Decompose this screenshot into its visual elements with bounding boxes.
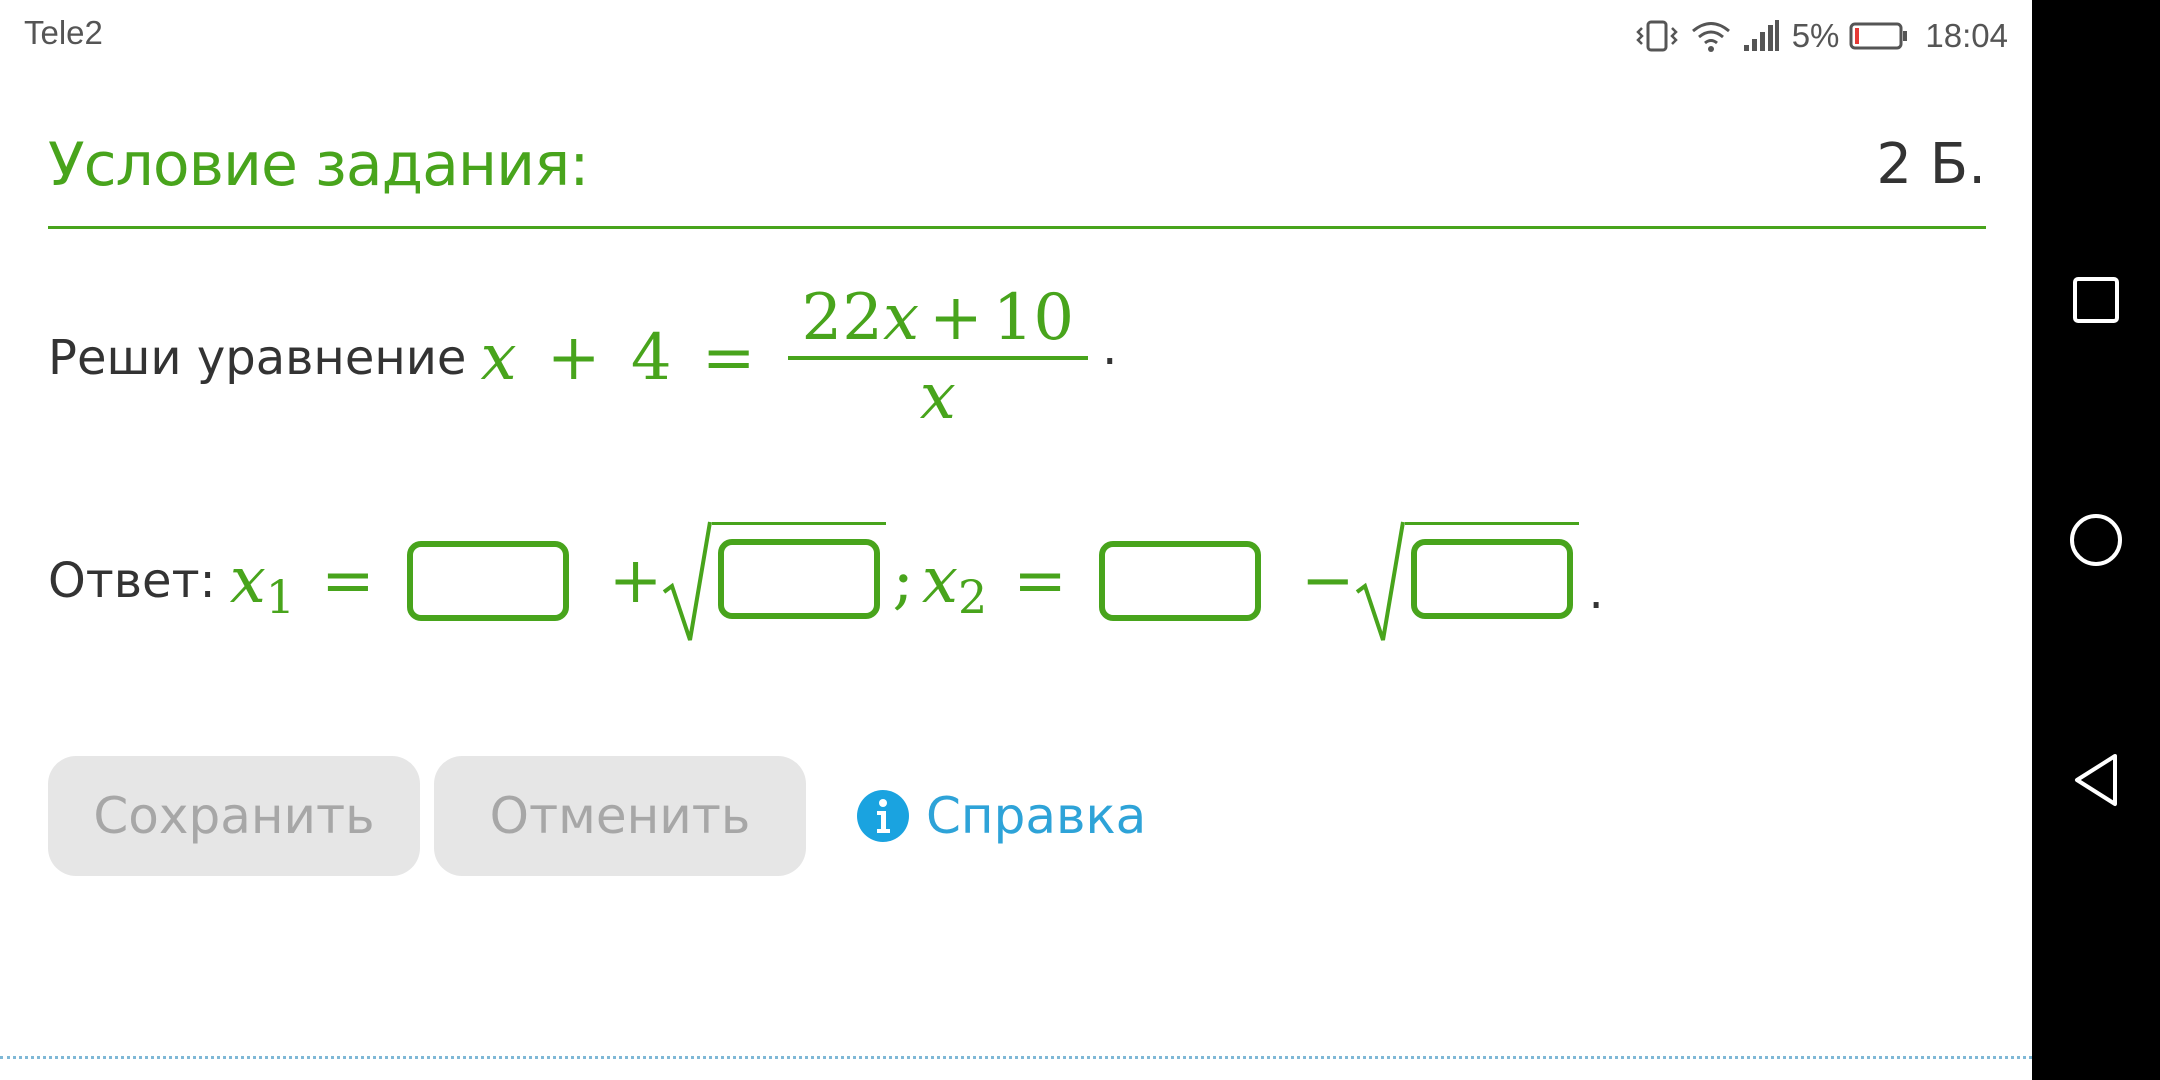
- problem-statement: Реши уравнение x + 4 = 22x +10 x .: [48, 278, 1117, 438]
- minus-sign: −: [1300, 544, 1355, 618]
- answer-label: Ответ:: [48, 553, 216, 609]
- x1-subscript: 1: [265, 570, 296, 624]
- clock: 18:04: [1925, 17, 2008, 54]
- help-label: Справка: [926, 787, 1147, 845]
- vibrate-icon: [1635, 20, 1678, 52]
- answer-line: Ответ: x1 = + ; x2 = − .: [48, 506, 1604, 656]
- problem-period: .: [1102, 320, 1118, 376]
- problem-prompt: Реши уравнение: [48, 330, 467, 386]
- cancel-button[interactable]: Отменить: [434, 756, 806, 876]
- x2-rational-input[interactable]: [1098, 541, 1261, 621]
- x2-sqrt: [1355, 516, 1579, 646]
- x1-rational-input[interactable]: [406, 541, 569, 621]
- info-icon: [857, 790, 909, 842]
- fraction: 22x +10 x: [787, 284, 1089, 431]
- denominator-variable: x: [919, 360, 956, 434]
- home-button[interactable]: [2062, 506, 2130, 574]
- screen: Tele2 5% 18:04 Условие задания: 2 Б. Реш…: [0, 0, 2160, 1080]
- status-bar: Tele2 5% 18:04: [0, 0, 2032, 72]
- lhs-variable: x: [480, 321, 517, 395]
- x1-radicand: [712, 521, 887, 619]
- circle-icon: [2070, 514, 2122, 566]
- x2-subscript: 2: [957, 570, 988, 624]
- numerator-coefficient: 22: [801, 280, 883, 355]
- back-button[interactable]: [2062, 746, 2130, 814]
- signal-icon: [1743, 20, 1779, 51]
- x1-sqrt: [662, 516, 887, 646]
- x1-variable: x: [229, 544, 266, 618]
- triangle-back-icon: [2075, 754, 2117, 806]
- numerator-operator: +: [929, 280, 983, 355]
- wifi-icon: [1691, 22, 1730, 52]
- carrier-name: Tele2: [24, 14, 103, 51]
- numerator-variable: x: [882, 280, 920, 355]
- navigation-bar: [2032, 0, 2160, 1080]
- answer-x1: x1 =: [229, 544, 385, 624]
- battery-icon: [1849, 22, 1908, 50]
- x2-radicand: [1404, 521, 1579, 619]
- task-title: Условие задания:: [48, 130, 589, 200]
- task-header: Условие задания: 2 Б.: [48, 110, 1986, 229]
- x1-equals: =: [321, 544, 375, 618]
- task-points: 2 Б.: [1876, 132, 1986, 197]
- equation: x + 4 =: [480, 321, 765, 395]
- answer-period: .: [1588, 564, 1604, 620]
- x2-equals: =: [1013, 544, 1067, 618]
- task-content: Условие задания: 2 Б. Реши уравнение x +…: [48, 110, 1986, 876]
- fraction-denominator: x: [920, 360, 956, 431]
- status-icons: 5% 18:04: [1634, 12, 2008, 60]
- plus-sign: +: [608, 544, 663, 618]
- equals-sign: =: [701, 321, 756, 395]
- save-button[interactable]: Сохранить: [48, 756, 420, 876]
- lhs-operator: +: [546, 321, 601, 395]
- square-icon: [2073, 277, 2119, 323]
- help-link[interactable]: Справка: [856, 787, 1146, 845]
- sqrt-symbol-icon: [663, 521, 713, 641]
- fraction-numerator: 22x +10: [787, 284, 1089, 360]
- answer-x2: x2 =: [921, 544, 1077, 624]
- x1-root-input[interactable]: [718, 538, 881, 619]
- sqrt-symbol-icon: [1355, 521, 1405, 641]
- bottom-divider: [0, 1056, 2032, 1059]
- numerator-constant: 10: [992, 280, 1075, 355]
- lhs-constant: 4: [630, 321, 672, 395]
- x2-root-input[interactable]: [1410, 538, 1573, 619]
- x2-variable: x: [921, 544, 958, 618]
- answer-separator: ;: [892, 544, 914, 618]
- battery-percent: 5%: [1791, 17, 1840, 54]
- action-bar: Сохранить Отменить Справка: [48, 756, 1146, 876]
- recent-apps-button[interactable]: [2062, 266, 2130, 334]
